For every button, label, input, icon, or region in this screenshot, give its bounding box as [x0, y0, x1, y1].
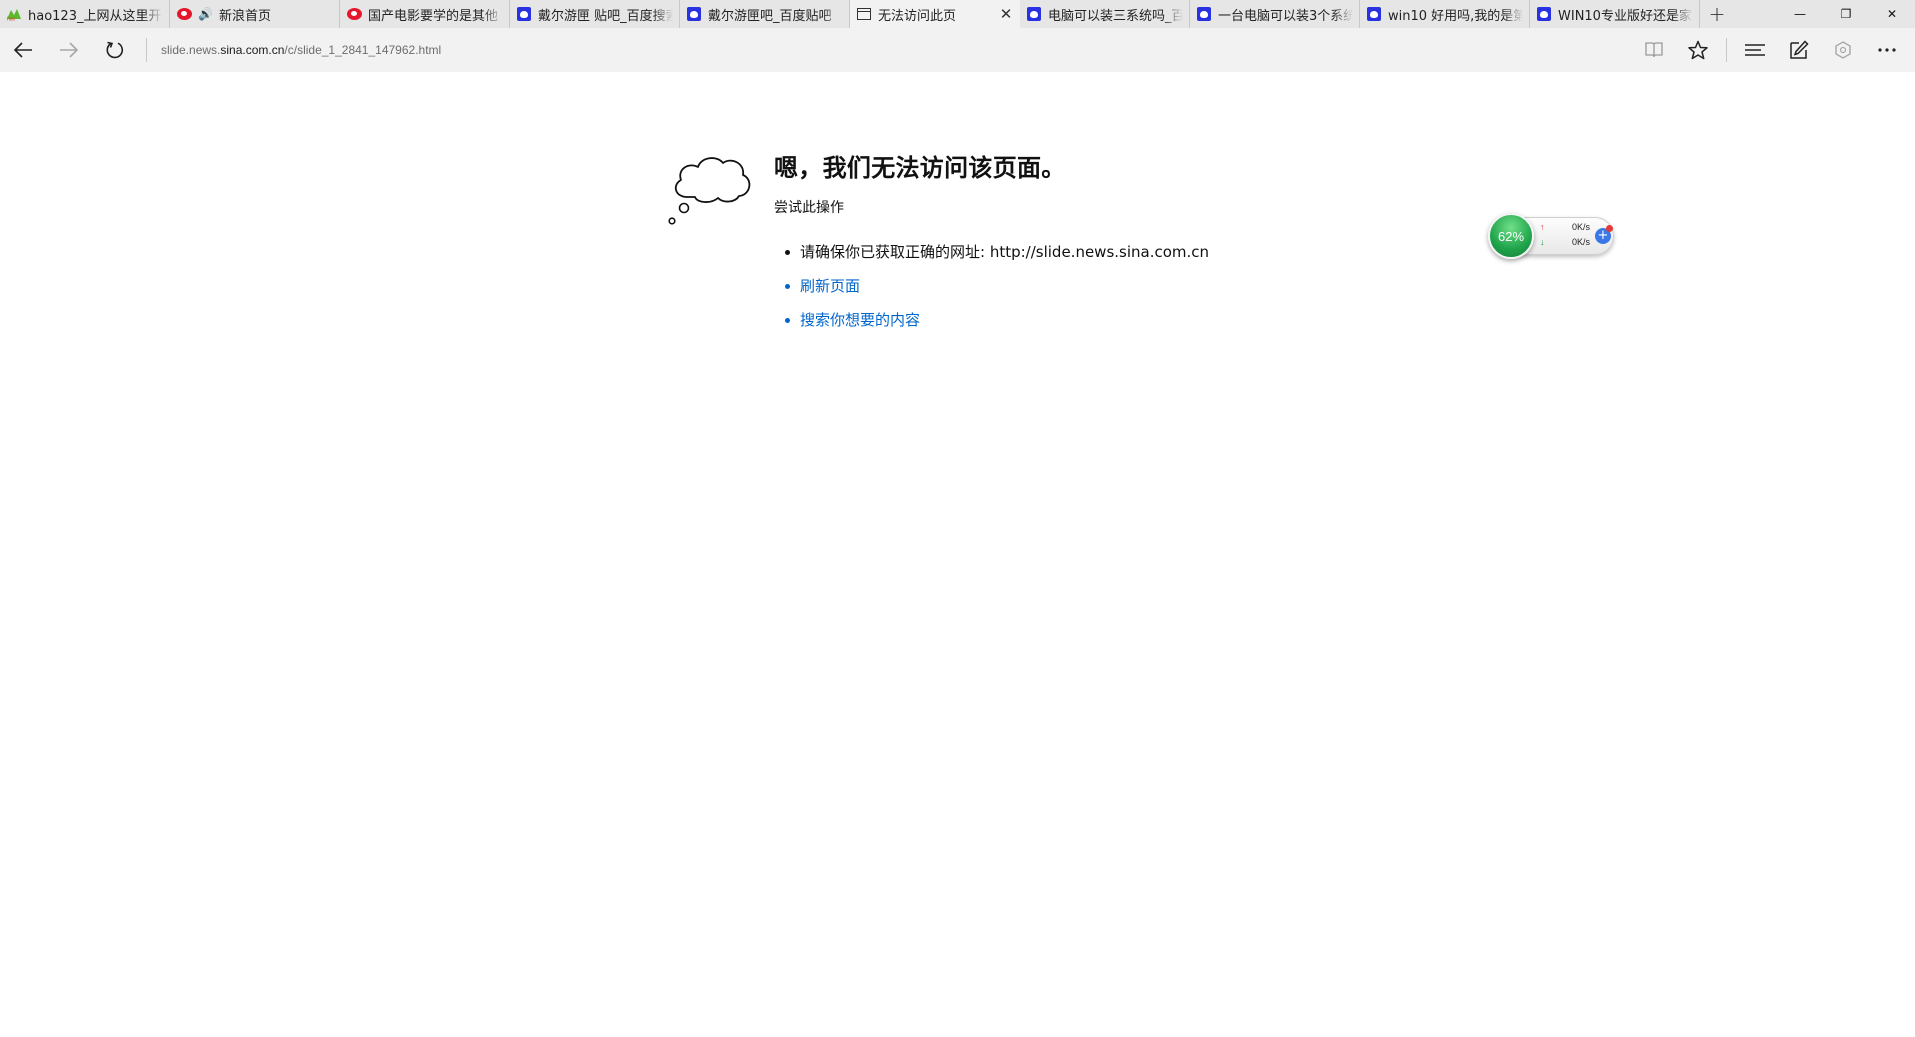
- tab-title: 新浪首页: [218, 8, 271, 24]
- toolbar-separator: [1726, 38, 1727, 62]
- close-tab-icon[interactable]: ✕: [998, 5, 1014, 23]
- tab-title: 无法访问此页: [878, 8, 957, 24]
- tab-hao123[interactable]: hao hao123_上网从这里开始: [0, 0, 170, 28]
- tab-active-error[interactable]: 无法访问此页 ✕: [850, 0, 1020, 28]
- upload-rate: 0K/s: [1571, 222, 1590, 232]
- web-note-button[interactable]: [1777, 28, 1821, 72]
- navigation-bar: slide.news.sina.com.cn/c/slide_1_2841_14…: [0, 28, 1915, 72]
- baidu-icon: [516, 6, 532, 22]
- tab-baidu-win10-pro[interactable]: WIN10专业版好还是家: [1530, 0, 1700, 28]
- baidu-icon: [1536, 6, 1552, 22]
- error-subtitle: 尝试此操作: [774, 200, 844, 216]
- suggestion-refresh: 刷新页面: [774, 269, 1334, 303]
- tab-title: hao123_上网从这里开始: [28, 8, 163, 24]
- tab-baidu-win10-good[interactable]: win10 好用吗,我的是第: [1360, 0, 1530, 28]
- tab-title: 电脑可以装三系统吗_百: [1048, 8, 1183, 24]
- toolbar-right: [1632, 28, 1909, 72]
- tab-strip: hao hao123_上网从这里开始 🔊 新浪首页 国产电影要学的是其他 戴尔游…: [0, 0, 1915, 28]
- address-domain: sina.com.cn: [220, 43, 285, 57]
- error-body: 嗯，我们无法访问该页面。 尝试此操作 请确保你已获取正确的网址: http://…: [774, 148, 1334, 337]
- tab-title: WIN10专业版好还是家: [1558, 8, 1692, 24]
- tab-baidu-search-1[interactable]: 戴尔游匣 贴吧_百度搜索: [510, 0, 680, 28]
- tab-baidu-tieba[interactable]: 戴尔游匣吧_百度贴吧: [680, 0, 850, 28]
- baidu-icon: [1026, 6, 1042, 22]
- baidu-icon: [1196, 6, 1212, 22]
- tab-baidu-three-os[interactable]: 电脑可以装三系统吗_百: [1020, 0, 1190, 28]
- tab-title: 戴尔游匣 贴吧_百度搜索: [538, 8, 673, 24]
- minimize-button[interactable]: —: [1777, 0, 1823, 28]
- thought-cloud-icon: [668, 157, 751, 225]
- address-separator: [146, 38, 147, 62]
- address-prefix: slide.news.: [161, 43, 221, 57]
- weibo-icon: [346, 6, 362, 22]
- back-button[interactable]: [0, 28, 46, 72]
- restore-button[interactable]: ❐: [1823, 0, 1869, 28]
- network-speed-widget[interactable]: 62% ↑ 0K/s ↓ 0K/s +: [1488, 213, 1616, 259]
- tab-baidu-3-systems[interactable]: 一台电脑可以装3个系统: [1190, 0, 1360, 28]
- star-icon: [1688, 40, 1708, 60]
- hub-icon: [1745, 44, 1765, 56]
- forward-arrow-icon: [60, 42, 79, 58]
- tab-sina-home[interactable]: 🔊 新浪首页: [170, 0, 340, 28]
- download-arrow-icon: ↓: [1540, 237, 1545, 247]
- forward-button[interactable]: [46, 28, 92, 72]
- refresh-page-link[interactable]: 刷新页面: [800, 277, 860, 295]
- address-path: /c/slide_1_2841_147962.html: [284, 43, 442, 57]
- tab-title: 戴尔游匣吧_百度贴吧: [708, 8, 832, 24]
- svg-text:hao: hao: [7, 17, 16, 22]
- upload-arrow-icon: ↑: [1540, 222, 1545, 232]
- download-rate: 0K/s: [1571, 237, 1590, 247]
- page-icon: [856, 6, 872, 22]
- back-arrow-icon: [13, 42, 32, 58]
- reading-view-button[interactable]: [1632, 28, 1676, 72]
- window-controls: — ❐ ✕: [1777, 0, 1915, 28]
- error-title: 嗯，我们无法访问该页面。: [774, 154, 1066, 182]
- memory-usage-ball[interactable]: 62%: [1488, 213, 1534, 259]
- baidu-icon: [1366, 6, 1382, 22]
- refresh-button[interactable]: [92, 28, 138, 72]
- favorite-button[interactable]: [1676, 28, 1720, 72]
- address-bar[interactable]: slide.news.sina.com.cn/c/slide_1_2841_14…: [161, 43, 1632, 57]
- tab-title: 一台电脑可以装3个系统: [1218, 8, 1353, 24]
- notification-dot: [1606, 225, 1613, 232]
- search-content-link[interactable]: 搜索你想要的内容: [800, 311, 920, 329]
- tab-title: 国产电影要学的是其他: [368, 8, 499, 24]
- hao123-icon: hao: [6, 6, 22, 22]
- more-icon: [1878, 48, 1896, 52]
- suggestion-text: 请确保你已获取正确的网址: http://slide.news.sina.com…: [800, 243, 1210, 261]
- suggestion-search: 搜索你想要的内容: [774, 303, 1334, 337]
- speed-readout: ↑ 0K/s ↓ 0K/s: [1540, 220, 1590, 250]
- suggestion-check-url: 请确保你已获取正确的网址: http://slide.news.sina.com…: [774, 235, 1334, 269]
- hub-button[interactable]: [1733, 28, 1777, 72]
- suggestion-list: 请确保你已获取正确的网址: http://slide.news.sina.com…: [774, 235, 1334, 337]
- close-window-button[interactable]: ✕: [1869, 0, 1915, 28]
- share-icon: [1835, 41, 1851, 59]
- weibo-icon: [176, 6, 192, 22]
- tab-weibo-article[interactable]: 国产电影要学的是其他: [340, 0, 510, 28]
- book-icon: [1645, 42, 1663, 58]
- speaker-icon[interactable]: 🔊: [198, 7, 213, 21]
- new-tab-button[interactable]: +: [1700, 0, 1734, 28]
- web-note-icon: [1790, 40, 1809, 59]
- baidu-icon: [686, 6, 702, 22]
- more-button[interactable]: [1865, 28, 1909, 72]
- tab-title: win10 好用吗,我的是第: [1388, 8, 1523, 24]
- share-button[interactable]: [1821, 28, 1865, 72]
- refresh-icon: [106, 41, 124, 59]
